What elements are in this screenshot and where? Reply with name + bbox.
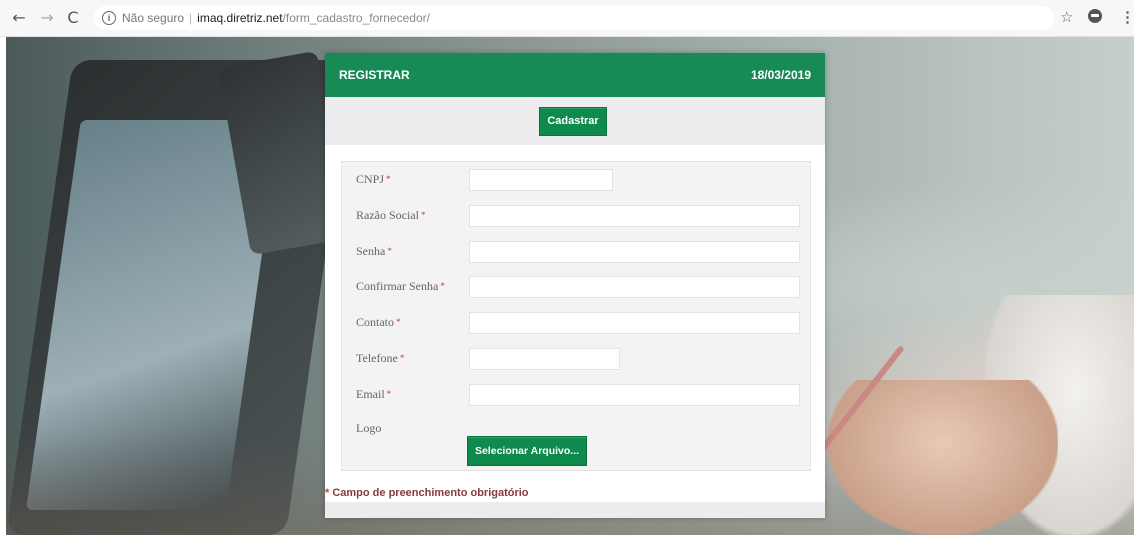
email-label: Email * — [356, 387, 392, 401]
senha-input[interactable] — [469, 241, 800, 263]
action-bar: Cadastrar — [325, 97, 825, 145]
account-icon[interactable] — [1088, 9, 1102, 23]
confirmar-senha-label: Confirmar Senha * — [356, 279, 445, 293]
cadastrar-button[interactable]: Cadastrar — [539, 107, 607, 136]
senha-label: Senha * — [356, 244, 392, 258]
telefone-input[interactable] — [469, 348, 620, 370]
required-note: * Campo de preenchimento obrigatório — [325, 487, 529, 499]
telefone-label: Telefone * — [356, 351, 405, 365]
star-icon[interactable]: ☆ — [1060, 8, 1073, 26]
url-host: imaq.diretriz.net — [197, 11, 283, 25]
address-bar[interactable]: i Não seguro | imaq.diretriz.net/form_cada… — [94, 6, 1054, 30]
registration-card: REGISTRAR 18/03/2019 Cadastrar CNPJ * Raz… — [325, 53, 825, 518]
email-input[interactable] — [469, 384, 800, 406]
card-footer — [325, 502, 825, 518]
arrow-left-icon[interactable]: ← — [10, 9, 28, 27]
select-file-button[interactable]: Selecionar Arquivo... — [467, 436, 587, 466]
background-hand — [828, 380, 1058, 535]
info-icon[interactable]: i — [102, 11, 116, 25]
kebab-menu-icon[interactable]: ⋮ — [1120, 8, 1134, 26]
header-date: 18/03/2019 — [750, 68, 811, 82]
browser-toolbar: ← → C i Não seguro | imaq.diretriz.net/for… — [0, 0, 1134, 37]
cnpj-input[interactable] — [469, 169, 613, 191]
url-text: Não seguro | imaq.diretriz.net/form_cadast… — [122, 11, 430, 25]
contato-label: Contato * — [356, 315, 401, 329]
logo-label: Logo — [356, 421, 382, 435]
card-header: REGISTRAR 18/03/2019 — [325, 53, 825, 97]
url-path: /form_cadastro_fornecedor/ — [282, 11, 430, 25]
contato-input[interactable] — [469, 312, 800, 334]
cnpj-label: CNPJ * — [356, 172, 391, 186]
razao-social-label: Razão Social * — [356, 208, 426, 222]
confirmar-senha-input[interactable] — [469, 276, 800, 298]
razao-social-input[interactable] — [469, 205, 800, 227]
security-label: Não seguro — [122, 11, 185, 25]
arrow-right-icon[interactable]: → — [38, 9, 56, 27]
page-title: REGISTRAR — [339, 68, 410, 82]
reload-icon[interactable]: C — [64, 9, 82, 27]
form-panel: CNPJ * Razão Social * Senha * Confirmar Sen… — [341, 161, 811, 471]
